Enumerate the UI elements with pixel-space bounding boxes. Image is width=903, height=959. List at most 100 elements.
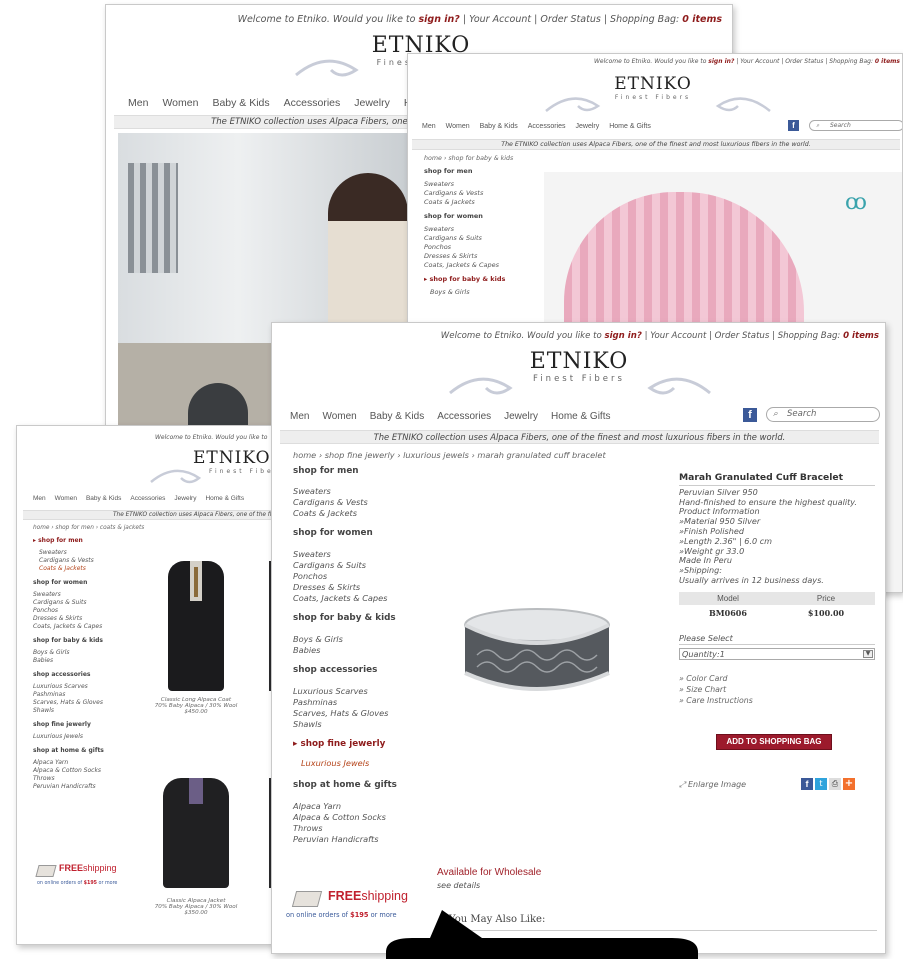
sidebar-link[interactable]: Ponchos [293,571,433,582]
color-card-link[interactable]: » Color Card [679,673,875,684]
add-to-shopping-bag-button[interactable]: ADD TO SHOPPING BAG [716,734,832,750]
nav-accessories[interactable]: Accessories [284,97,341,109]
wholesale-heading[interactable]: Available for Wholesale [437,867,541,878]
nav-men[interactable]: Men [128,97,148,109]
sidebar-link[interactable]: Cardigans & Vests [33,557,143,565]
facebook-icon[interactable]: f [788,120,799,131]
sidebar-link[interactable]: Coats, Jackets & Capes [293,593,433,604]
see-details-link[interactable]: see details [437,881,480,890]
sidebar-link[interactable]: Cardigans & Suits [33,599,143,607]
sidebar-section-men[interactable]: ▸ shop for men [33,537,143,545]
sidebar-link[interactable]: Peruvian Handicrafts [33,783,143,791]
sign-in-link[interactable]: sign in? [708,58,734,65]
sidebar-link[interactable]: Coats, Jackets & Capes [33,623,143,631]
sidebar-link[interactable]: Boys & Girls [293,634,433,645]
nav-baby-kids[interactable]: Baby & Kids [370,411,424,422]
sidebar-section-home-gifts[interactable]: shop at home & gifts [293,780,433,791]
sidebar-link[interactable]: Alpaca Yarn [33,759,143,767]
sidebar-link[interactable]: Alpaca & Cotton Socks [33,767,143,775]
nav-home-gifts[interactable]: Home & Gifts [205,495,244,502]
bag-count[interactable]: 0 items [843,331,879,341]
sidebar-link[interactable]: Alpaca Yarn [293,801,433,812]
sidebar-link[interactable]: Babies [33,657,143,665]
twitter-share-icon[interactable]: t [815,778,827,790]
sidebar-link[interactable]: Sweaters [293,486,433,497]
sidebar-section-men[interactable]: shop for men [424,167,544,176]
nav-jewelry[interactable]: Jewelry [504,411,538,422]
sidebar-link[interactable]: Cardigans & Suits [293,560,433,571]
sidebar-link-active[interactable]: Luxurious Jewels [293,758,433,769]
facebook-icon[interactable]: f [743,408,757,422]
sidebar-section-women[interactable]: shop for women [293,528,433,539]
bag-count[interactable]: 0 items [875,58,900,65]
nav-women[interactable]: Women [55,495,77,502]
sidebar-link[interactable]: Coats & Jackets [424,198,544,207]
nav-jewelry[interactable]: Jewelry [576,123,600,130]
nav-men[interactable]: Men [422,123,436,130]
size-chart-link[interactable]: » Size Chart [679,684,875,695]
sidebar-section-accessories[interactable]: shop accessories [293,665,433,676]
sidebar-link[interactable]: Dresses & Skirts [293,582,433,593]
sidebar-link[interactable]: Boys & Girls [33,649,143,657]
sidebar-link[interactable]: Pashminas [293,697,433,708]
nav-accessories[interactable]: Accessories [437,411,491,422]
sidebar-link[interactable]: Dresses & Skirts [424,252,544,261]
sidebar-section-accessories[interactable]: shop accessories [33,671,143,679]
sidebar-section-women[interactable]: shop for women [424,212,544,221]
sidebar-link[interactable]: Scarves, Hats & Gloves [33,699,143,707]
quantity-select[interactable]: Quantity:1 ▼ [679,647,875,660]
sidebar-link[interactable]: Alpaca & Cotton Socks [293,812,433,823]
sidebar-link[interactable]: Shawls [293,719,433,730]
print-icon[interactable]: ⎙ [829,778,841,790]
sidebar-section-jewelry[interactable]: ▸ shop fine jewerly [293,739,433,750]
sidebar-section-baby-kids[interactable]: shop for baby & kids [293,613,433,624]
sidebar-section-home-gifts[interactable]: shop at home & gifts [33,747,143,755]
nav-jewelry[interactable]: Jewelry [174,495,196,502]
facebook-share-icon[interactable]: f [801,778,813,790]
sidebar-link-active[interactable]: Coats & Jackets [33,565,143,573]
product-photo-cuff-bracelet[interactable] [452,595,622,705]
sidebar-link[interactable]: Luxurious Scarves [33,683,143,691]
search-input[interactable]: ⌕ Search [766,407,880,422]
sidebar-link[interactable]: Coats & Jackets [293,508,433,519]
sidebar-link[interactable]: Luxurious Scarves [293,686,433,697]
bag-count[interactable]: 0 items [682,14,722,25]
nav-baby-kids[interactable]: Baby & Kids [480,123,518,130]
sidebar-link[interactable]: Pashminas [33,691,143,699]
sidebar-link[interactable]: Sweaters [424,180,544,189]
sidebar-link[interactable]: Ponchos [33,607,143,615]
sidebar-link[interactable]: Peruvian Handicrafts [293,834,433,845]
sidebar-link[interactable]: Sweaters [33,549,143,557]
sidebar-section-jewelry[interactable]: shop fine jewerly [33,721,143,729]
sidebar-link[interactable]: Dresses & Skirts [33,615,143,623]
sidebar-link[interactable]: Luxurious Jewels [33,733,143,741]
sidebar-link[interactable]: Sweaters [424,225,544,234]
search-input[interactable]: ⌕ Search [809,120,902,131]
sidebar-section-women[interactable]: shop for women [33,579,143,587]
sidebar-link[interactable]: Sweaters [293,549,433,560]
nav-jewelry[interactable]: Jewelry [354,97,390,109]
add-share-icon[interactable]: + [843,778,855,790]
care-instructions-link[interactable]: » Care Instructions [679,695,875,706]
sidebar-section-baby-kids[interactable]: ▸ shop for baby & kids [424,275,544,284]
nav-women[interactable]: Women [162,97,198,109]
sidebar-link[interactable]: Ponchos [424,243,544,252]
sidebar-link[interactable]: Cardigans & Vests [424,189,544,198]
nav-men[interactable]: Men [33,495,46,502]
nav-accessories[interactable]: Accessories [130,495,165,502]
chevron-down-icon[interactable]: ▼ [863,649,873,658]
product-card[interactable]: Classic Alpaca Jacket 70% Baby Alpaca / … [149,778,243,916]
sidebar-link[interactable]: Throws [293,823,433,834]
nav-women[interactable]: Women [322,411,356,422]
sidebar-link[interactable]: Boys & Girls [424,288,544,297]
sign-in-link[interactable]: sign in? [419,14,460,25]
nav-baby-kids[interactable]: Baby & Kids [86,495,121,502]
product-card[interactable]: Classic Long Alpaca Coat 70% Baby Alpaca… [149,561,243,715]
sidebar-link[interactable]: Coats, Jackets & Capes [424,261,544,270]
sidebar-link[interactable]: Shawls [33,707,143,715]
nav-home-gifts[interactable]: Home & Gifts [609,123,651,130]
nav-women[interactable]: Women [446,123,470,130]
sidebar-link[interactable]: Cardigans & Suits [424,234,544,243]
sidebar-link[interactable]: Babies [293,645,433,656]
sidebar-link[interactable]: Scarves, Hats & Gloves [293,708,433,719]
